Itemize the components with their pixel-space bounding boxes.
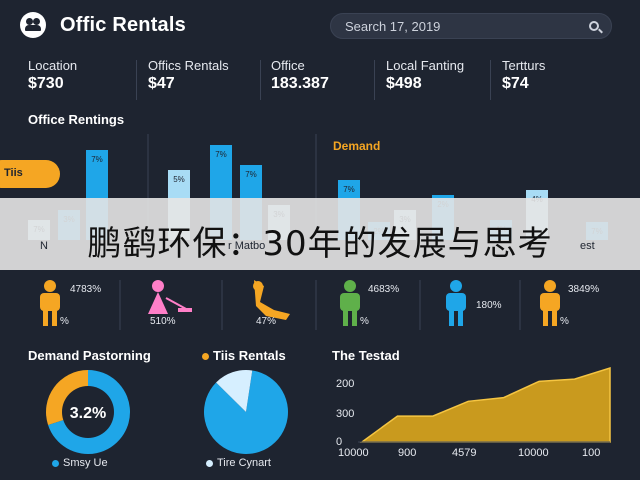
legend-text: Smsy Ue <box>63 457 108 469</box>
stat-value: $730 <box>28 75 64 92</box>
stat-office: Office 183.387 <box>271 58 329 93</box>
person-icon <box>340 280 360 326</box>
legend-dot <box>206 459 213 467</box>
person-stat: 4683% <box>368 284 400 295</box>
partial-label-mid: r Matbo <box>228 240 266 252</box>
area-title: The Testad <box>332 348 400 363</box>
person-stat: % <box>560 316 569 327</box>
stat-location: Location $730 <box>28 58 77 93</box>
tooltip-text: Tiis <box>4 167 23 179</box>
donut-center-label: 3.2% <box>70 405 106 422</box>
legend-dot <box>202 353 209 361</box>
people-logo-icon <box>20 12 46 38</box>
divider <box>490 60 491 100</box>
search-value: Search 17, 2019 <box>345 19 441 34</box>
person-stat: 47% <box>256 316 277 327</box>
person-stat: 180% <box>476 300 502 311</box>
divider <box>374 60 375 100</box>
person-icon <box>446 280 466 326</box>
bar-label: 5% <box>173 175 185 184</box>
bar-section-title: Office Rentings <box>28 112 125 127</box>
x-tick-label: 900 <box>398 447 417 459</box>
pie-title: Tiis Rentals <box>202 348 286 363</box>
search-icon[interactable] <box>589 21 599 31</box>
stat-value: $47 <box>148 75 175 92</box>
person-icon <box>148 280 192 314</box>
stat-label: Location <box>28 58 78 73</box>
stat-label: Offics Rentals <box>148 58 229 73</box>
partial-label-left: N <box>40 240 48 252</box>
pie-title-text: Tiis Rentals <box>213 348 286 363</box>
stat-value: $74 <box>502 75 529 92</box>
stat-tertturs: Tertturs $74 <box>502 58 545 93</box>
donut-legend: Smsy Ue <box>52 457 108 469</box>
legend-text: Tire Cynart <box>217 457 271 469</box>
x-tick-label: 10000 <box>338 447 369 459</box>
x-tick-label: 10000 <box>518 447 549 459</box>
pie-chart <box>203 370 288 454</box>
divider <box>260 60 261 100</box>
legend-dot <box>52 459 59 467</box>
person-stat: 3849% <box>568 284 600 295</box>
y-tick-label: 300 <box>336 408 355 420</box>
demand-label: Demand <box>333 139 381 153</box>
area-chart <box>358 366 611 443</box>
x-tick-label: 100 <box>582 447 601 459</box>
stat-value: $498 <box>386 75 422 92</box>
x-tick-label: 4579 <box>452 447 477 459</box>
overlay-banner: 鹏鹞环保：30年的发展与思考 <box>0 198 640 270</box>
bar-label: 7% <box>343 185 355 194</box>
app-title: Offic Rentals <box>60 14 186 36</box>
banner-text: 鹏鹞环保：30年的发展与思考 <box>87 224 553 264</box>
search-input[interactable]: Search 17, 2019 <box>330 13 612 39</box>
donut-title: Demand Pastorning <box>28 348 151 363</box>
person-icon <box>40 280 60 326</box>
stats-row: Location $730 Offics Rentals $47 Office … <box>0 58 640 104</box>
area-fill <box>359 366 611 443</box>
stat-office-rentals: Offics Rentals $47 <box>148 58 229 93</box>
stat-label: Local Fanting <box>386 58 465 73</box>
bar-label: 7% <box>91 155 103 164</box>
person-stat: % <box>360 316 369 327</box>
stat-label: Tertturs <box>502 58 546 73</box>
person-stat: 4783% <box>70 284 102 295</box>
person-stat: % <box>60 316 69 327</box>
y-tick-label: 200 <box>336 378 355 390</box>
bar-label: 7% <box>245 170 257 179</box>
person-icon <box>253 280 290 320</box>
tooltip-pill[interactable]: Tiis <box>0 160 60 188</box>
divider <box>136 60 137 100</box>
stat-local-fanting: Local Fanting $498 <box>386 58 464 93</box>
pie-legend: Tire Cynart <box>206 457 271 469</box>
donut-chart: 3.2% <box>45 370 130 454</box>
bar-label: 7% <box>215 150 227 159</box>
person-icon <box>540 280 560 326</box>
stat-label: Office <box>271 58 305 73</box>
header: Offic Rentals Search 17, 2019 <box>0 0 640 52</box>
partial-label-right: est <box>580 240 595 252</box>
person-stat: 510% <box>150 316 176 327</box>
stat-value: 183.387 <box>271 75 329 92</box>
